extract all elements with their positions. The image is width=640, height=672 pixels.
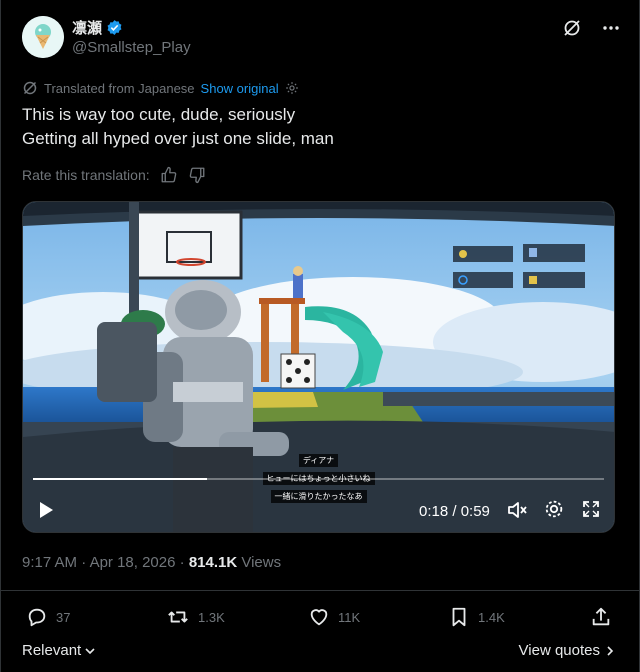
reply-footer: Relevant View quotes bbox=[22, 640, 616, 662]
tweet-time[interactable]: 9:17 AM bbox=[22, 554, 77, 571]
tweet-header: 凛瀬 @Smallstep_Play bbox=[22, 16, 620, 62]
heart-icon bbox=[310, 609, 328, 626]
translate-icon bbox=[23, 81, 37, 95]
share-button[interactable] bbox=[590, 606, 612, 628]
rate-label: Rate this translation: bbox=[22, 167, 150, 183]
thumbs-up-icon[interactable] bbox=[160, 166, 178, 184]
repost-count: 1.3K bbox=[198, 609, 225, 625]
rate-translation: Rate this translation: bbox=[22, 166, 206, 184]
fullscreen-icon[interactable] bbox=[581, 499, 601, 519]
sort-label: Relevant bbox=[22, 642, 82, 659]
repost-button[interactable]: 1.3K bbox=[166, 606, 225, 628]
tweet-meta: 9:17 AM · Apr 18, 2026 · 814.1K Views bbox=[22, 554, 281, 571]
chevron-right-icon bbox=[607, 645, 614, 656]
meta-dot: · bbox=[179, 554, 189, 571]
reply-count: 37 bbox=[56, 609, 71, 625]
repost-icon bbox=[168, 611, 188, 623]
views-label: Views bbox=[241, 554, 282, 571]
view-quotes-label: View quotes bbox=[518, 642, 600, 659]
like-button[interactable]: 11K bbox=[308, 606, 360, 628]
reply-icon bbox=[28, 608, 46, 627]
volume-icon[interactable] bbox=[506, 498, 530, 522]
video-time: 0:18 / 0:59 bbox=[419, 503, 490, 520]
verified-badge-icon bbox=[107, 20, 122, 35]
sort-dropdown[interactable]: Relevant bbox=[22, 642, 97, 659]
thumbs-down-icon[interactable] bbox=[188, 166, 206, 184]
meta-dot: · bbox=[81, 554, 90, 571]
reply-button[interactable]: 37 bbox=[26, 606, 70, 628]
translated-label: Translated from Japanese bbox=[44, 80, 195, 96]
view-quotes-link[interactable]: View quotes bbox=[519, 642, 616, 659]
video-progress-fill bbox=[33, 478, 208, 480]
video-progress-bar[interactable] bbox=[33, 478, 604, 480]
bookmark-button[interactable]: 1.4K bbox=[448, 606, 505, 628]
like-count: 11K bbox=[338, 609, 361, 625]
divider bbox=[0, 590, 640, 591]
settings-icon[interactable] bbox=[543, 498, 565, 520]
video-player[interactable]: ディアナ ヒューにはちょっと小さいね 一緒に滑りたかったなあ 0:18 / 0:… bbox=[22, 201, 615, 533]
tweet-text: This is way too cute, dude, seriously Ge… bbox=[22, 105, 334, 148]
action-bar: 37 1.3K 11K 1.4K bbox=[22, 606, 620, 632]
views-count: 814.1K bbox=[188, 554, 238, 571]
chevron-down-icon bbox=[85, 647, 95, 654]
bookmark-icon bbox=[452, 607, 466, 627]
gear-icon[interactable] bbox=[285, 81, 299, 95]
show-original-link[interactable]: Show original bbox=[201, 81, 279, 96]
tweet-date[interactable]: Apr 18, 2026 bbox=[90, 554, 176, 571]
subtitle-speaker: ディアナ bbox=[298, 454, 339, 467]
author-name-row[interactable]: 凛瀬 bbox=[72, 17, 123, 38]
ice-cream-icon bbox=[22, 16, 64, 58]
bookmark-count: 1.4K bbox=[478, 609, 505, 625]
share-icon bbox=[592, 607, 610, 626]
grok-slash-icon[interactable] bbox=[562, 18, 582, 38]
video-controls: 0:18 / 0:59 bbox=[23, 498, 614, 524]
avatar[interactable] bbox=[22, 16, 64, 58]
author-name[interactable]: 凛瀬 bbox=[72, 17, 102, 38]
subtitles: ディアナ ヒューにはちょっと小さいね 一緒に滑りたかったなあ bbox=[23, 450, 614, 504]
more-icon[interactable] bbox=[602, 25, 620, 31]
author-handle[interactable]: @Smallstep_Play bbox=[72, 39, 191, 56]
translation-notice: Translated from Japanese Show original bbox=[22, 80, 299, 96]
play-icon[interactable] bbox=[37, 500, 55, 520]
